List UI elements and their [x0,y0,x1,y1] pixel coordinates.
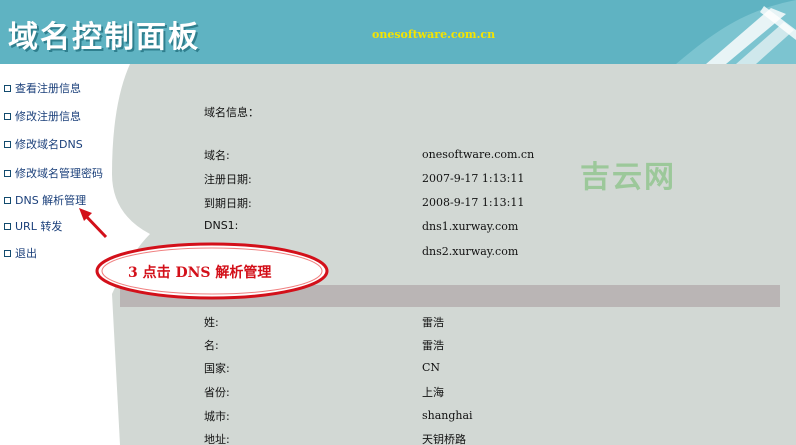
square-bullet-icon [4,169,11,177]
sidebar-item-label: 查看注册信息 [15,82,81,95]
section-divider-bar [120,285,780,307]
field-value-address: 天钥桥路 [422,433,466,445]
square-bullet-icon [4,196,11,204]
field-label-exp-date: 到期日期: [204,197,252,210]
sidebar-item-dns-management[interactable]: DNS 解析管理 [4,192,86,208]
field-value-dns1: dns1.xurway.com [422,220,519,233]
field-label-province: 省份: [204,386,230,399]
square-bullet-icon [4,140,11,148]
square-bullet-icon [4,249,11,257]
header-decoration-icon [676,0,796,64]
field-value-exp-date: 2008-9-17 1:13:11 [422,196,525,209]
sidebar-item-edit-password[interactable]: 修改域名管理密码 [4,165,103,181]
square-bullet-icon [4,222,11,230]
field-value-country: CN [422,361,441,374]
field-value-reg-date: 2007-9-17 1:13:11 [422,172,525,185]
watermark: 吉云网 [580,160,676,195]
sidebar-item-label: 退出 [15,247,37,260]
header-banner: 域名控制面板 onesoftware.com.cn [0,0,796,64]
sidebar-item-logout[interactable]: 退出 [4,245,37,261]
field-value-dns2: dns2.xurway.com [422,245,519,258]
sidebar-item-view-registration[interactable]: 查看注册信息 [4,80,81,96]
field-value-domain: onesoftware.com.cn [422,148,535,161]
header-domain: onesoftware.com.cn [372,28,496,41]
field-label-address: 地址: [204,433,230,445]
square-bullet-icon [4,84,11,92]
field-label-domain: 域名: [204,149,230,162]
section-title: 域名信息： [204,106,259,119]
sidebar-item-label: URL 转发 [15,220,63,233]
field-value-surname: 雷浩 [422,316,444,329]
page-title: 域名控制面板 [8,20,200,55]
field-value-city: shanghai [422,409,473,422]
sidebar-item-label: DNS 解析管理 [15,194,87,207]
field-label-surname: 姓: [204,316,219,329]
sidebar-item-label: 修改注册信息 [15,110,81,123]
field-label-given-name: 名: [204,339,219,352]
sidebar-item-edit-registration[interactable]: 修改注册信息 [4,108,81,124]
sidebar-item-label: 修改域名管理密码 [15,167,103,180]
field-label-reg-date: 注册日期: [204,173,252,186]
annotation-text: 3 点击 DNS 解析管理 [128,265,272,281]
square-bullet-icon [4,112,11,120]
field-label-dns1: DNS1: [204,219,239,232]
field-value-given-name: 雷浩 [422,339,444,352]
field-value-province: 上海 [422,386,444,399]
sidebar-item-edit-dns[interactable]: 修改域名DNS [4,136,83,152]
field-label-city: 城市: [204,410,230,423]
sidebar-item-url-forwarding[interactable]: URL 转发 [4,218,62,234]
sidebar-item-label: 修改域名DNS [15,138,83,151]
field-label-country: 国家: [204,362,230,375]
